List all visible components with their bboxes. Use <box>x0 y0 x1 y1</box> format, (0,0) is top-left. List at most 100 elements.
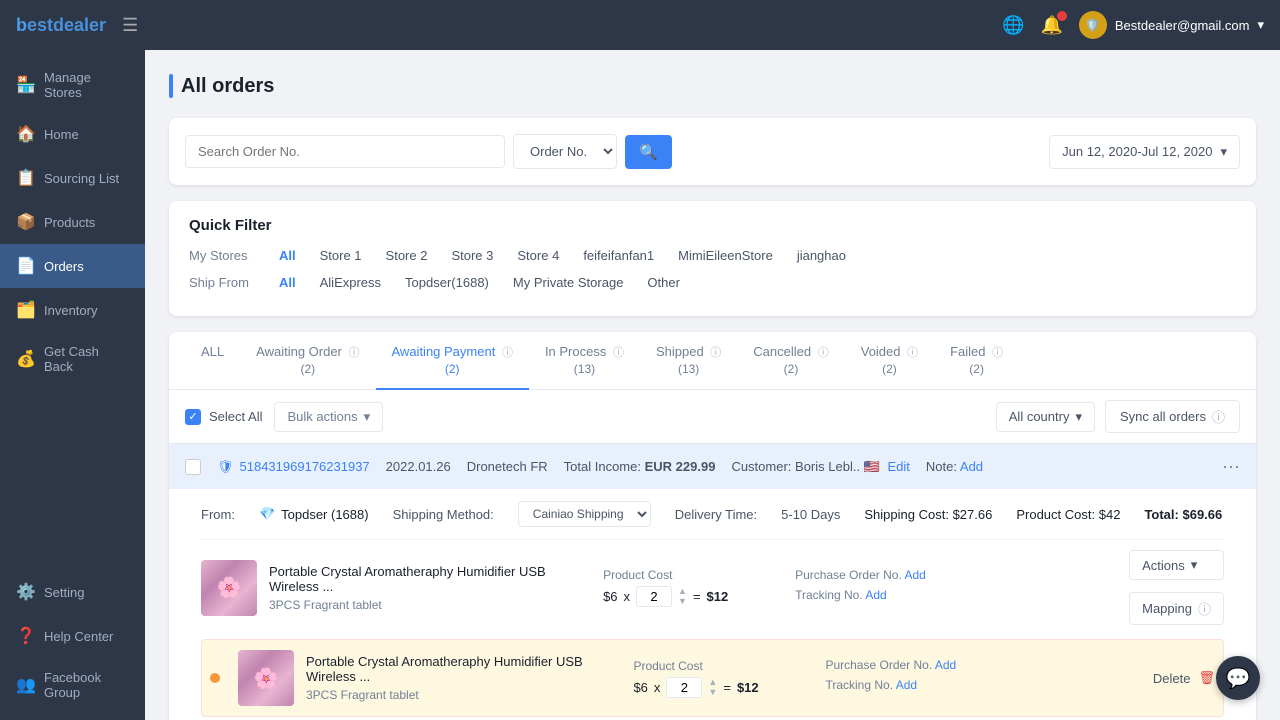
ship-from-other[interactable]: Other <box>643 273 684 292</box>
store-filter-jianghao[interactable]: jianghao <box>793 246 850 265</box>
qty-down-arrow[interactable]: ▼ <box>678 597 687 606</box>
customer-name: Boris Lebl.. <box>795 459 860 474</box>
sidebar-item-home[interactable]: 🏠 Home <box>0 112 145 156</box>
trash-icon[interactable]: 🗑 <box>1198 670 1215 686</box>
sidebar-item-manage-stores[interactable]: 🏪 Manage Stores <box>0 58 145 112</box>
order-customer: Customer: Boris Lebl.. 🇺🇸 Edit <box>731 459 909 475</box>
order-from-row: From: 💎 Topdser (1688) Shipping Method: … <box>201 501 1224 527</box>
select-all-label: Select All <box>209 409 262 424</box>
store-filter-store2[interactable]: Store 2 <box>382 246 432 265</box>
store-filter-store4[interactable]: Store 4 <box>513 246 563 265</box>
sidebar-item-setting[interactable]: ⚙️ Setting <box>0 570 145 614</box>
tab-all[interactable]: ALL <box>185 332 240 390</box>
purchase-order-label: Purchase Order No. <box>795 568 902 582</box>
tracking-no-add-link-2[interactable]: Add <box>896 678 917 692</box>
order-header: 🛡 518431969176231937 2022.01.26 Dronetec… <box>169 444 1256 489</box>
date-range-picker[interactable]: Jun 12, 2020-Jul 12, 2020 ▾ <box>1049 135 1240 169</box>
store-filter-mimieilnstore[interactable]: MimiEileenStore <box>674 246 777 265</box>
tab-failed[interactable]: Failed ⓘ (2) <box>934 332 1019 390</box>
shipping-method-select[interactable]: Cainiao Shipping <box>518 501 651 527</box>
tab-awaiting-order[interactable]: Awaiting Order ⓘ (2) <box>240 332 375 390</box>
store-filter-feifeifanfan1[interactable]: feifeifanfan1 <box>579 246 658 265</box>
tab-voided-label: Voided ⓘ <box>861 344 918 360</box>
menu-toggle-icon[interactable]: ☰ <box>122 15 138 36</box>
add-note-link[interactable]: Add <box>960 459 983 474</box>
ship-from-topdser[interactable]: Topdser(1688) <box>401 273 493 292</box>
mapping-button[interactable]: Mapping ⓘ <box>1129 592 1224 625</box>
purchase-order-label-2: Purchase Order No. <box>825 658 932 672</box>
chat-bubble[interactable]: 💬 <box>1216 656 1260 700</box>
sync-info-icon: ⓘ <box>1212 407 1225 426</box>
tab-shipped[interactable]: Shipped ⓘ (13) <box>640 332 737 390</box>
sidebar-item-facebook-group[interactable]: 👥 Facebook Group <box>0 658 145 712</box>
ship-from-aliexpress[interactable]: AliExpress <box>316 273 385 292</box>
product-info: Portable Crystal Aromatheraphy Humidifie… <box>269 564 591 612</box>
qty-input-2[interactable] <box>666 677 702 698</box>
sidebar-item-sourcing-list[interactable]: 📋 Sourcing List <box>0 156 145 200</box>
shipping-method-label: Shipping Method: <box>393 507 494 522</box>
sidebar-item-products[interactable]: 📦 Products <box>0 200 145 244</box>
purchase-order-add-link[interactable]: Add <box>904 568 925 582</box>
product-thumbnail-2: 🌸 <box>238 650 294 706</box>
customer-flag: 🇺🇸 <box>864 459 880 474</box>
tab-failed-count: (2) <box>969 362 984 376</box>
order-more-options[interactable]: ··· <box>1222 456 1240 477</box>
tab-in-process[interactable]: In Process ⓘ (13) <box>529 332 640 390</box>
multiply-sign-2: x <box>654 680 661 695</box>
tab-info-icon: ⓘ <box>349 347 360 359</box>
select-all-checkbox[interactable] <box>185 409 201 425</box>
order-date: 2022.01.26 <box>386 459 451 474</box>
actions-button[interactable]: Actions ▾ <box>1129 550 1224 580</box>
sidebar-label-products: Products <box>44 215 95 230</box>
store-icon: 🏪 <box>16 75 34 95</box>
qty-up-arrow-2[interactable]: ▲ <box>708 678 717 687</box>
tab-voided[interactable]: Voided ⓘ (2) <box>845 332 934 390</box>
orders-icon: 📄 <box>16 256 34 276</box>
qty-down-arrow-2[interactable]: ▼ <box>708 688 717 697</box>
search-button[interactable]: 🔍 <box>625 135 672 169</box>
store-filter-store1[interactable]: Store 1 <box>316 246 366 265</box>
tab-awaiting-payment[interactable]: Awaiting Payment ⓘ (2) <box>376 332 529 390</box>
tracking-row-2: Tracking No. Add <box>825 678 1140 692</box>
user-avatar: 🛡️ <box>1079 11 1107 39</box>
equals-sign-2: = <box>723 680 731 695</box>
sidebar-label-inventory: Inventory <box>44 303 97 318</box>
tracking-no-add-link[interactable]: Add <box>865 588 886 602</box>
search-type-select[interactable]: Order No. <box>513 134 617 169</box>
product-row: 🌸 Portable Crystal Aromatheraphy Humidif… <box>201 539 1224 635</box>
delivery-time: 5-10 Days <box>781 507 840 522</box>
bulk-actions-button[interactable]: Bulk actions ▾ <box>274 402 383 432</box>
tracking-row: Tracking No. Add <box>795 588 1117 602</box>
sidebar-label-facebook-group: Facebook Group <box>44 670 129 700</box>
ship-from-all[interactable]: All <box>275 273 300 292</box>
user-email: Bestdealer@gmail.com <box>1115 18 1250 33</box>
edit-customer-link[interactable]: Edit <box>888 459 910 474</box>
search-input[interactable] <box>185 135 505 168</box>
store-filter-all[interactable]: All <box>275 246 300 265</box>
qty-up-arrow[interactable]: ▲ <box>678 587 687 596</box>
ship-from-private-storage[interactable]: My Private Storage <box>509 273 628 292</box>
main-content: All orders Order No. 🔍 Jun 12, 2020-Jul … <box>145 50 1280 720</box>
purchase-section-2: Purchase Order No. Add Tracking No. Add <box>825 658 1140 698</box>
store-filter-store3[interactable]: Store 3 <box>447 246 497 265</box>
topdser-icon: 💎 <box>259 506 275 522</box>
help-icon: ❓ <box>16 626 34 646</box>
sync-all-orders-button[interactable]: Sync all orders ⓘ <box>1105 400 1240 433</box>
purchase-order-add-link-2[interactable]: Add <box>935 658 956 672</box>
country-select-button[interactable]: All country ▾ <box>996 402 1095 432</box>
qty-input[interactable] <box>636 586 672 607</box>
user-menu[interactable]: 🛡️ Bestdealer@gmail.com ▾ <box>1079 11 1264 39</box>
sidebar-item-help-center[interactable]: ❓ Help Center <box>0 614 145 658</box>
bulk-actions-label: Bulk actions <box>287 409 357 424</box>
notification-icon[interactable]: 🔔 <box>1040 15 1062 36</box>
sidebar-item-orders[interactable]: 📄 Orders <box>0 244 145 288</box>
order-id[interactable]: 🛡 518431969176231937 <box>217 459 370 475</box>
sidebar-item-get-cash-back[interactable]: 💰 Get Cash Back <box>0 332 145 386</box>
unit-price: $6 <box>603 589 617 604</box>
globe-icon[interactable]: 🌐 <box>1002 15 1024 36</box>
quick-filter-panel: Quick Filter My Stores All Store 1 Store… <box>169 201 1256 316</box>
tab-cancelled[interactable]: Cancelled ⓘ (2) <box>737 332 844 390</box>
product-cost-summary: Product Cost: $42 <box>1016 507 1120 522</box>
order-checkbox[interactable] <box>185 459 201 475</box>
sidebar-item-inventory[interactable]: 🗂️ Inventory <box>0 288 145 332</box>
